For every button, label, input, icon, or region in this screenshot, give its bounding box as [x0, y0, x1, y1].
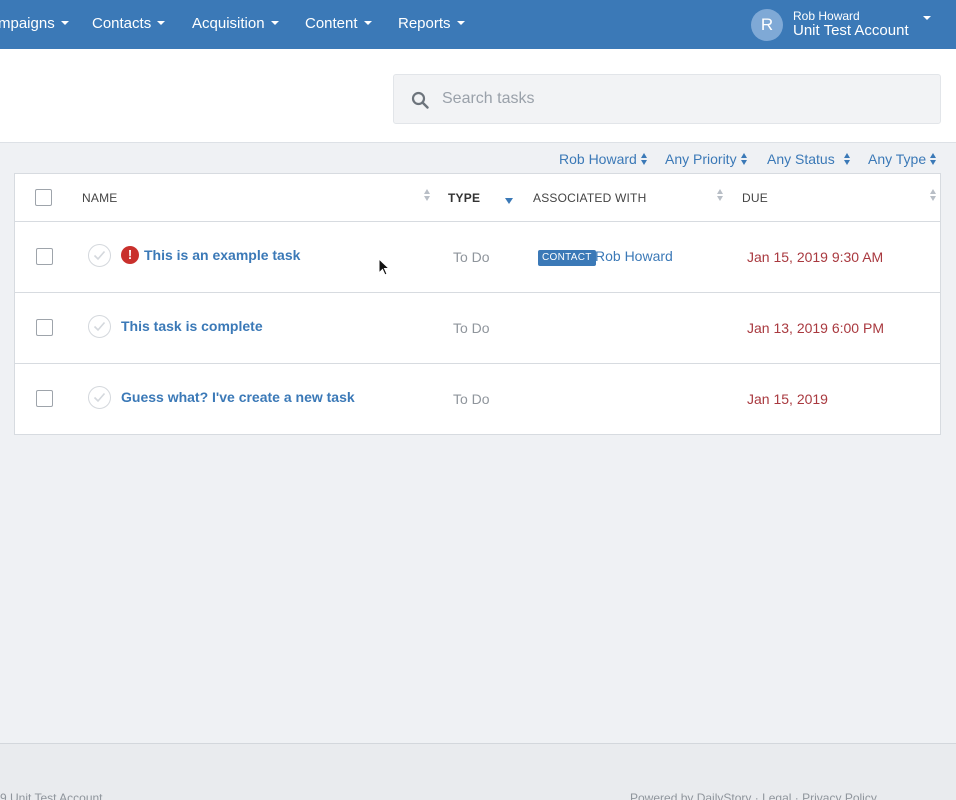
sort-desc-icon[interactable] — [505, 198, 513, 204]
filter-status[interactable]: Any Status — [767, 151, 852, 167]
mark-complete-button[interactable] — [88, 244, 111, 267]
legal-link[interactable]: Legal — [762, 791, 791, 800]
caret-down-icon — [157, 21, 166, 26]
search-icon — [411, 91, 429, 109]
column-header-due[interactable]: DUE — [742, 191, 768, 205]
select-all-checkbox[interactable] — [35, 189, 52, 206]
task-due-date: Jan 15, 2019 — [747, 391, 828, 407]
nav-contacts[interactable]: Contacts — [92, 0, 166, 49]
row-checkbox[interactable] — [36, 248, 53, 265]
nav-acquisition-label: Acquisition — [192, 15, 265, 32]
caret-down-icon — [456, 21, 465, 26]
tasks-table: NAME TYPE ASSOCIATED WITH DUE ! This is … — [14, 173, 941, 435]
nav-reports[interactable]: Reports — [398, 0, 465, 49]
table-row: This task is complete To Do Jan 13, 2019… — [15, 293, 940, 364]
sort-updown-icon[interactable] — [930, 189, 938, 201]
column-header-type[interactable]: TYPE — [448, 191, 480, 205]
search-box[interactable] — [393, 74, 941, 124]
footer-links: Powered by DailyStory · Legal · Privacy … — [630, 791, 877, 800]
filter-status-label: Any Status — [767, 151, 835, 167]
privacy-policy-link[interactable]: Privacy Policy — [802, 791, 877, 800]
powered-by-text: Powered by DailyStory — [630, 791, 752, 800]
task-name-link[interactable]: Guess what? I've create a new task — [121, 389, 355, 405]
mouse-cursor-icon — [378, 258, 390, 276]
task-name-link[interactable]: This task is complete — [121, 318, 263, 334]
table-header: NAME TYPE ASSOCIATED WITH DUE — [15, 174, 940, 222]
high-priority-icon: ! — [121, 246, 139, 264]
caret-down-icon — [923, 16, 931, 20]
task-type: To Do — [453, 391, 490, 407]
top-nav: mpaigns Contacts Acquisition Content Rep… — [0, 0, 956, 49]
footer-separator: · — [794, 791, 799, 800]
filter-priority-label: Any Priority — [665, 151, 737, 167]
table-row: Guess what? I've create a new task To Do… — [15, 364, 940, 435]
sort-updown-icon[interactable] — [717, 189, 725, 201]
task-due-date: Jan 15, 2019 9:30 AM — [747, 249, 884, 265]
filter-type-label: Any Type — [868, 151, 927, 167]
mark-complete-button[interactable] — [88, 386, 111, 409]
sort-updown-icon — [640, 153, 649, 166]
nav-acquisition[interactable]: Acquisition — [192, 0, 279, 49]
row-checkbox[interactable] — [36, 390, 53, 407]
account-user-name: Rob Howard — [793, 9, 860, 23]
footer-separator: · — [754, 791, 759, 800]
task-name-link[interactable]: This is an example task — [144, 247, 300, 263]
caret-down-icon — [60, 21, 69, 26]
nav-reports-label: Reports — [398, 15, 451, 32]
sort-updown-icon — [740, 153, 749, 166]
nav-campaigns[interactable]: mpaigns — [0, 0, 69, 49]
filter-owner[interactable]: Rob Howard — [559, 151, 649, 167]
column-header-associated[interactable]: ASSOCIATED WITH — [533, 191, 646, 205]
check-icon — [93, 250, 106, 261]
filter-owner-label: Rob Howard — [559, 151, 637, 167]
caret-down-icon — [363, 21, 372, 26]
nav-content-label: Content — [305, 15, 358, 32]
filter-type[interactable]: Any Type — [868, 151, 938, 167]
sort-updown-icon[interactable] — [424, 189, 432, 201]
account-name: Unit Test Account — [793, 22, 909, 39]
avatar: R — [751, 9, 783, 41]
footer-copyright: 9 Unit Test Account — [0, 791, 103, 800]
nav-content[interactable]: Content — [305, 0, 372, 49]
search-input[interactable] — [442, 75, 922, 123]
nav-campaigns-label: mpaigns — [0, 15, 55, 32]
associated-contact-link[interactable]: Rob Howard — [595, 248, 673, 264]
nav-contacts-label: Contacts — [92, 15, 152, 32]
sort-updown-icon — [843, 153, 852, 166]
page-header — [0, 49, 956, 143]
task-due-date: Jan 13, 2019 6:00 PM — [747, 320, 884, 336]
table-row: ! This is an example task To Do CONTACT … — [15, 222, 940, 293]
contact-badge: CONTACT — [538, 250, 596, 266]
sort-updown-icon — [930, 153, 938, 166]
footer: 9 Unit Test Account Powered by DailyStor… — [0, 744, 956, 800]
row-checkbox[interactable] — [36, 319, 53, 336]
column-header-name[interactable]: NAME — [82, 191, 117, 205]
caret-down-icon — [270, 21, 279, 26]
check-icon — [93, 321, 106, 332]
task-type: To Do — [453, 249, 490, 265]
mark-complete-button[interactable] — [88, 315, 111, 338]
task-type: To Do — [453, 320, 490, 336]
filter-priority[interactable]: Any Priority — [665, 151, 749, 167]
check-icon — [93, 392, 106, 403]
